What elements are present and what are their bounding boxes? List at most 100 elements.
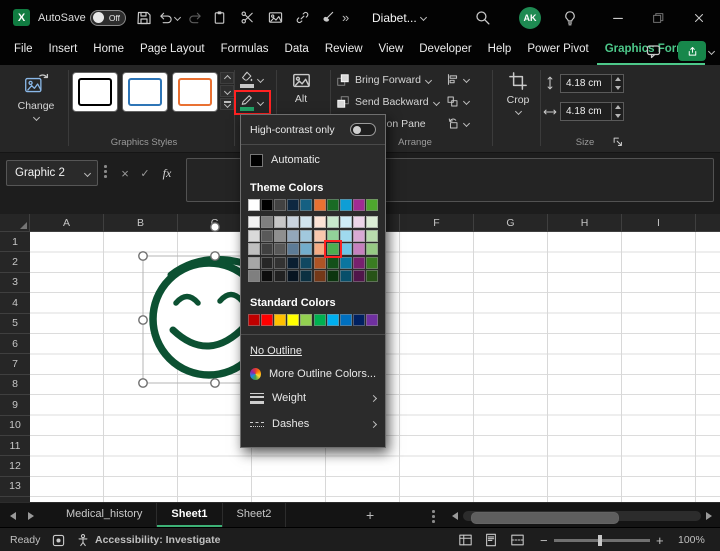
standard-color-1[interactable] xyxy=(261,314,273,326)
theme-variant-3-7[interactable] xyxy=(340,257,352,269)
group-objects-button[interactable] xyxy=(446,95,469,108)
undo-dropdown[interactable] xyxy=(175,0,180,35)
theme-variant-1-1[interactable] xyxy=(261,230,273,242)
handle-bottom-left[interactable] xyxy=(139,379,147,387)
cut-button[interactable] xyxy=(240,0,255,35)
row-header-12[interactable]: 12 xyxy=(0,456,30,476)
theme-variant-3-9[interactable] xyxy=(366,257,378,269)
standard-color-5[interactable] xyxy=(314,314,326,326)
row-header-6[interactable]: 6 xyxy=(0,334,30,354)
theme-variant-1-6[interactable] xyxy=(327,230,339,242)
picture-button[interactable] xyxy=(268,0,283,35)
theme-variant-4-6[interactable] xyxy=(327,270,339,282)
more-commands-button[interactable]: » xyxy=(342,0,349,35)
theme-color-0[interactable] xyxy=(248,199,260,211)
theme-variant-4-7[interactable] xyxy=(340,270,352,282)
formula-bar-drag-handle[interactable] xyxy=(104,165,107,178)
zoom-level[interactable]: 100% xyxy=(678,528,705,551)
row-header-2[interactable]: 2 xyxy=(0,252,30,272)
zoom-slider-track[interactable] xyxy=(554,539,650,542)
theme-variant-2-4[interactable] xyxy=(300,243,312,255)
comments-button[interactable] xyxy=(645,43,662,59)
graphics-style-2[interactable] xyxy=(122,72,168,112)
change-graphic-button[interactable]: Change xyxy=(8,71,64,120)
row-header-11[interactable]: 11 xyxy=(0,436,30,456)
autosave-toggle[interactable]: Off xyxy=(90,0,126,35)
gallery-more-button[interactable] xyxy=(220,98,234,110)
theme-variant-2-5[interactable] xyxy=(314,243,326,255)
document-title[interactable]: Diabet... xyxy=(372,0,426,35)
no-outline-item[interactable]: No Outline xyxy=(241,339,385,362)
close-button[interactable] xyxy=(680,0,718,35)
theme-variant-0-9[interactable] xyxy=(366,216,378,228)
automatic-color-item[interactable]: Automatic xyxy=(241,147,385,173)
size-dialog-launcher[interactable] xyxy=(612,136,624,148)
sheet-nav-right-button[interactable] xyxy=(28,512,34,520)
row-header-13[interactable]: 13 xyxy=(0,477,30,497)
theme-variant-2-0[interactable] xyxy=(248,243,260,255)
theme-variant-2-1[interactable] xyxy=(261,243,273,255)
graphics-style-3[interactable] xyxy=(172,72,218,112)
sheet-nav-left-button[interactable] xyxy=(10,512,16,520)
high-contrast-row[interactable]: High-contrast only xyxy=(241,115,385,145)
tell-me-button[interactable] xyxy=(562,0,578,35)
theme-variant-1-7[interactable] xyxy=(340,230,352,242)
accessibility-checker[interactable]: Accessibility: Investigate xyxy=(76,528,220,551)
row-header-8[interactable]: 8 xyxy=(0,375,30,395)
theme-variant-3-8[interactable] xyxy=(353,257,365,269)
ribbon-tab-view[interactable]: View xyxy=(371,36,412,65)
name-box-dropdown[interactable] xyxy=(84,169,91,176)
weight-item[interactable]: Weight xyxy=(241,385,385,411)
ribbon-tab-review[interactable]: Review xyxy=(317,36,371,65)
view-page-break-button[interactable] xyxy=(510,528,525,551)
width-increment[interactable] xyxy=(612,103,623,112)
theme-variant-4-0[interactable] xyxy=(248,270,260,282)
theme-variant-1-3[interactable] xyxy=(287,230,299,242)
sheet-tab-sheet1[interactable]: Sheet1 xyxy=(157,503,222,527)
more-outline-colors-item[interactable]: More Outline Colors... xyxy=(241,362,385,385)
standard-color-0[interactable] xyxy=(248,314,260,326)
theme-variant-1-9[interactable] xyxy=(366,230,378,242)
shape-height-stepper[interactable]: 4.18 cm xyxy=(560,74,624,93)
standard-color-8[interactable] xyxy=(353,314,365,326)
graphic-fill-button[interactable] xyxy=(240,71,263,88)
format-painter-button[interactable] xyxy=(320,0,335,35)
row-header-1[interactable]: 1 xyxy=(0,232,30,252)
ribbon-tab-power-pivot[interactable]: Power Pivot xyxy=(519,36,596,65)
share-dropdown-chevron[interactable] xyxy=(708,48,715,55)
theme-color-5[interactable] xyxy=(314,199,326,211)
theme-variant-0-4[interactable] xyxy=(300,216,312,228)
ribbon-tab-home[interactable]: Home xyxy=(85,36,132,65)
redo-button[interactable] xyxy=(188,0,203,35)
crop-button[interactable]: Crop xyxy=(498,71,538,114)
view-page-layout-button[interactable] xyxy=(484,528,498,551)
theme-variant-4-2[interactable] xyxy=(274,270,286,282)
theme-color-6[interactable] xyxy=(327,199,339,211)
zoom-in-button[interactable]: + xyxy=(656,528,664,551)
standard-color-2[interactable] xyxy=(274,314,286,326)
theme-variant-4-5[interactable] xyxy=(314,270,326,282)
handle-top-center[interactable] xyxy=(211,252,219,260)
zoom-out-button[interactable]: − xyxy=(540,528,548,551)
column-header-G[interactable]: G xyxy=(474,214,548,231)
gallery-down-button[interactable] xyxy=(220,85,234,97)
account-avatar[interactable]: AK xyxy=(519,0,541,35)
theme-color-8[interactable] xyxy=(353,199,365,211)
theme-variant-3-5[interactable] xyxy=(314,257,326,269)
theme-variant-4-8[interactable] xyxy=(353,270,365,282)
height-increment[interactable] xyxy=(612,75,623,84)
send-backward-button[interactable]: Send Backward xyxy=(336,95,439,109)
row-header-7[interactable]: 7 xyxy=(0,354,30,374)
row-header-10[interactable]: 10 xyxy=(0,416,30,436)
theme-variant-1-2[interactable] xyxy=(274,230,286,242)
height-decrement[interactable] xyxy=(612,84,623,93)
theme-variant-3-0[interactable] xyxy=(248,257,260,269)
standard-color-4[interactable] xyxy=(300,314,312,326)
theme-color-3[interactable] xyxy=(287,199,299,211)
enter-button[interactable]: ✓ xyxy=(136,161,154,185)
theme-variant-2-8[interactable] xyxy=(353,243,365,255)
theme-variant-4-4[interactable] xyxy=(300,270,312,282)
theme-variant-3-6[interactable] xyxy=(327,257,339,269)
column-header-F[interactable]: F xyxy=(400,214,474,231)
theme-variant-1-5[interactable] xyxy=(314,230,326,242)
